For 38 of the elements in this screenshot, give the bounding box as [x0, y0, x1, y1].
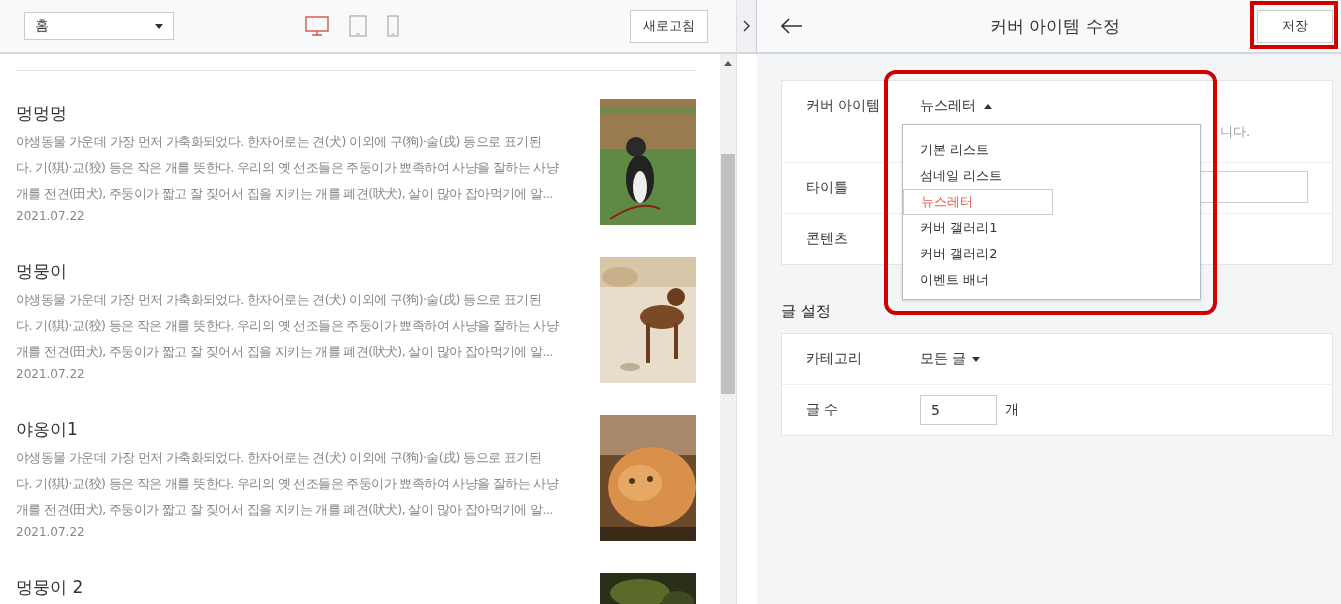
mobile-icon[interactable]	[387, 15, 399, 37]
field-label: 커버 아이템	[805, 97, 882, 115]
field-hint: 니다.	[1220, 123, 1251, 141]
scrollbar-thumb[interactable]	[721, 154, 735, 394]
scroll-up-icon[interactable]	[724, 61, 732, 66]
post-excerpt: 야생동물 가운데 가장 먼저 가축화되었다. 한자어로는 견(犬) 이외에 구(狗)·술(戌) 등으로 표기된 다. 기(猉)·교(狡) 등은 작은 개를 뜻한다. 우리의 옛 선조들은 주둥이가 뾰족하여 사냥을 잘하는 사냥 개를 전견(田犬), 주둥이가 짧고 잘 짖어서 집을 지키는 개를 폐견(吠犬), 살이 많아 잡아먹기에 알...	[16, 133, 559, 203]
dropdown-option[interactable]: 이벤트 배너	[903, 267, 1200, 293]
editor-title: 커버 아이템 수정	[989, 14, 1121, 38]
cover-item-select[interactable]: 뉴스레터	[920, 97, 992, 115]
dropdown-option[interactable]: 뉴스레터	[903, 189, 1053, 215]
post-title[interactable]: 멍뭉이	[16, 259, 559, 283]
post-excerpt: 야생동물 가운데 가장 먼저 가축화되었다. 한자어로는 견(犬) 이외에 구(狗)·술(戌) 등으로 표기된 다. 기(猉)·교(狡) 등은 작은 개를 뜻한다. 우리의 옛 선조들은 주둥이가 뾰족하여 사냥을 잘하는 사냥 개를 전견(田犬), 주둥이가 짧고 잘 짖어서 집을 지키는 개를 폐견(吠犬), 살이 많아 잡아먹기에 알...	[16, 449, 559, 519]
post-date: 2021.07.22	[16, 209, 86, 223]
field-label: 글 수	[805, 401, 840, 419]
post-date: 2021.07.22	[16, 367, 86, 381]
page-select[interactable]: 홈	[24, 12, 174, 40]
tablet-icon[interactable]	[349, 15, 367, 37]
post-excerpt: 야생동물 가운데 가장 먼저 가축화되었다. 한자어로는 견(犬) 이외에 구(狗)·술(戌) 등으로 표기된 다. 기(猉)·교(狡) 등은 작은 개를 뜻한다. 우리의 옛 선조들은 주둥이가 뾰족하여 사냥을 잘하는 사냥 개를 전견(田犬), 주둥이가 짧고 잘 짖어서 집을 지키는 개를 폐견(吠犬), 살이 많아 잡아먹기에 알...	[16, 291, 559, 361]
field-label: 카테고리	[805, 350, 863, 368]
field-label: 타이틀	[805, 179, 849, 197]
dropdown-option[interactable]: 커버 갤러리1	[903, 215, 1200, 241]
section-heading: 글 설정	[781, 302, 832, 321]
unit-label: 개	[1005, 401, 1019, 419]
post-title[interactable]: 멍멍멍	[16, 101, 559, 125]
chevron-right-icon[interactable]	[743, 20, 750, 32]
desktop-icon[interactable]	[305, 16, 329, 36]
dropdown-option[interactable]: 커버 갤러리2	[903, 241, 1200, 267]
refresh-button[interactable]: 새로고침	[630, 9, 708, 43]
post-count-input[interactable]: 5	[920, 395, 997, 425]
post-date: 2021.07.22	[16, 525, 86, 539]
dropdown-option[interactable]: 섬네일 리스트	[903, 163, 1200, 189]
save-button[interactable]: 저장	[1257, 9, 1333, 43]
category-select[interactable]: 모든 글	[920, 350, 981, 368]
back-arrow-icon[interactable]	[781, 18, 803, 34]
post-title[interactable]: 야옹이1	[16, 417, 559, 441]
post-title[interactable]: 멍뭉이 2	[16, 575, 84, 599]
field-label: 콘텐츠	[805, 230, 849, 248]
dropdown-option[interactable]: 기본 리스트	[903, 137, 1200, 163]
